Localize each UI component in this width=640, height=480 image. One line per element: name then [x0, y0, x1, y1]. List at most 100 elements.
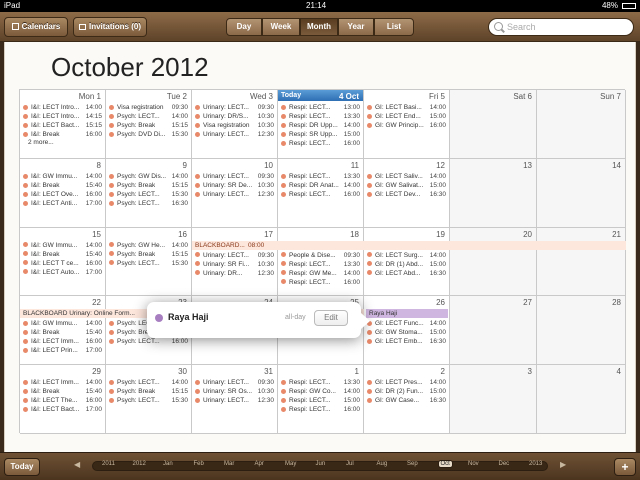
calendar-event[interactable]: Psych: Break 15:15: [109, 121, 188, 130]
day-cell[interactable]: Mon 1 I&I: LECT Intro... 14:00 I&I: LECT In…: [20, 90, 106, 159]
calendar-event[interactable]: Psych: GW Dis... 14:00: [109, 172, 188, 181]
edit-event-button[interactable]: Edit: [314, 310, 348, 326]
timeline-item[interactable]: Dec: [499, 461, 510, 467]
calendars-button[interactable]: Calendars: [4, 17, 68, 37]
timeline-item[interactable]: Jun: [316, 461, 326, 467]
calendar-event[interactable]: Psych: LECT... 14:00: [109, 112, 188, 121]
timeline-item[interactable]: Feb: [194, 461, 204, 467]
calendar-event[interactable]: GI: GW Stoma... 15:00: [367, 328, 446, 337]
calendar-event[interactable]: I&I: LECT Bact... 17:00: [23, 405, 102, 414]
calendar-event[interactable]: Respi: SR Upp... 15:00: [281, 130, 360, 139]
calendar-event[interactable]: Urinary: SR Os... 10:30: [195, 387, 274, 396]
invitations-button[interactable]: Invitations (0): [73, 17, 147, 37]
calendar-event[interactable]: Urinary: LECT... 12:30: [195, 130, 274, 139]
calendar-event[interactable]: GI: LECT Emb... 16:30: [367, 337, 446, 346]
calendar-event[interactable]: GI: LECT Saliv... 14:00: [367, 172, 446, 181]
calendar-event[interactable]: I&I: LECT Intro... 14:15: [23, 112, 102, 121]
calendar-event[interactable]: Respi: LECT... 16:00: [281, 139, 360, 148]
all-day-event-band[interactable]: BLACKBOARD... 08:00: [192, 240, 626, 250]
calendar-event[interactable]: Respi: LECT... 13:00: [281, 103, 360, 112]
day-cell[interactable]: 26 GI: LECT Func... 14:00 GI: GW Stoma... 15…: [364, 296, 450, 366]
day-cell[interactable]: 11 Respi: LECT... 13:30 Respi: DR Anat... 14…: [278, 158, 364, 228]
calendar-event[interactable]: Respi: GW Me... 14:00: [281, 269, 360, 278]
calendar-event[interactable]: GI: LECT Abd... 16:30: [367, 269, 446, 278]
calendar-event[interactable]: Psych: LECT... 14:00: [109, 378, 188, 387]
calendar-event[interactable]: I&I: Break 15:40: [23, 387, 102, 396]
day-cell[interactable]: Fri 5 GI: LECT Basi... 14:00 GI: LECT End..…: [364, 90, 450, 159]
day-cell[interactable]: Sat 6: [450, 90, 537, 159]
day-cell[interactable]: 16 Psych: GW He... 14:00 Psych: Break 15:15 P…: [106, 227, 192, 297]
day-cell[interactable]: 10 Urinary: LECT... 09:30 Urinary: SR De...…: [192, 158, 278, 228]
calendar-event[interactable]: Urinary: LECT... 12:30: [195, 190, 274, 199]
calendar-event[interactable]: I&I: LECT Auto... 17:00: [23, 268, 102, 277]
calendar-event[interactable]: Respi: LECT... 16:00: [281, 278, 360, 287]
calendar-event[interactable]: Psych: LECT... 16:00: [109, 337, 188, 346]
calendar-event[interactable]: I&I: Break 16:00: [23, 130, 102, 139]
day-cell[interactable]: Tue 2 Visa registration 09:30 Psych: LECT..…: [106, 90, 192, 159]
calendar-event[interactable]: Respi: LECT... 13:30: [281, 260, 360, 269]
timeline-item[interactable]: Sep: [407, 461, 418, 467]
day-cell[interactable]: Wed 3 Urinary: LECT... 09:30 Urinary: DR/S.…: [192, 90, 278, 159]
day-cell[interactable]: 20: [450, 227, 537, 297]
timeline-item[interactable]: Aug: [377, 461, 388, 467]
calendar-event[interactable]: I&I: Break 15:40: [23, 250, 102, 259]
timeline-item[interactable]: 2012: [133, 461, 146, 467]
day-cell[interactable]: 27: [450, 296, 537, 366]
calendar-event[interactable]: Respi: LECT... 16:00: [281, 405, 360, 414]
timeline-next-icon[interactable]: ▶: [560, 460, 566, 469]
calendar-event[interactable]: Respi: LECT... 13:30: [281, 378, 360, 387]
calendar-event[interactable]: Respi: LECT... 16:00: [281, 190, 360, 199]
calendar-event[interactable]: I&I: GW Immu... 14:00: [23, 172, 102, 181]
calendar-event[interactable]: I&I: LECT The... 16:00: [23, 396, 102, 405]
calendar-event[interactable]: Psych: LECT... 15:30: [109, 190, 188, 199]
calendar-event[interactable]: Psych: LECT... 15:30: [109, 396, 188, 405]
timeline-item[interactable]: Oct: [437, 460, 453, 468]
event-popover[interactable]: Raya Haji all-day Edit: [147, 302, 370, 338]
day-cell[interactable]: 19 GI: LECT Surg... 14:00 GI: DR (1) Abd...…: [364, 227, 450, 297]
timeline-item[interactable]: Mar: [224, 461, 234, 467]
day-cell[interactable]: 1 Respi: LECT... 13:30 Respi: GW Co... 14:00…: [278, 365, 364, 434]
calendar-event[interactable]: I&I: LECT Imm... 14:00: [23, 378, 102, 387]
calendar-event[interactable]: I&I: Break 15:40: [23, 328, 102, 337]
calendar-event[interactable]: I&I: LECT Bact... 15:15: [23, 121, 102, 130]
timeline-prev-icon[interactable]: ◀: [74, 460, 80, 469]
calendar-event[interactable]: Psych: LECT... 16:30: [109, 199, 188, 208]
calendar-event[interactable]: Urinary: LECT... 12:30: [195, 396, 274, 405]
calendar-event[interactable]: Urinary: SR Fi... 10:30: [195, 260, 274, 269]
day-cell[interactable]: Today 4 Oct Respi: LECT... 13:00 Respi: LECT…: [278, 90, 364, 159]
calendar-event[interactable]: Psych: Break 15:15: [109, 387, 188, 396]
tab-week[interactable]: Week: [262, 18, 300, 36]
search-input[interactable]: Search: [488, 18, 634, 36]
calendar-event[interactable]: Respi: DR Anat... 14:00: [281, 181, 360, 190]
calendar-event[interactable]: I&I: LECT Ove... 16:00: [23, 190, 102, 199]
calendar-event[interactable]: GI: LECT End... 15:00: [367, 112, 446, 121]
calendar-event[interactable]: GI: LECT Func... 14:00: [367, 319, 446, 328]
calendar-event[interactable]: GI: LECT Dev... 16:30: [367, 190, 446, 199]
day-cell[interactable]: 12 GI: LECT Saliv... 14:00 GI: GW Salivat..…: [364, 158, 450, 228]
timeline-item[interactable]: 2011: [102, 461, 115, 467]
day-cell[interactable]: 18 People & Dise... 09:30 Respi: LECT... 13:…: [278, 227, 364, 297]
calendar-event[interactable]: I&I: LECT T ce... 16:00: [23, 259, 102, 268]
day-cell[interactable]: 21: [537, 227, 626, 297]
day-cell[interactable]: 29 I&I: LECT Imm... 14:00 I&I: Break 15:40 I&…: [20, 365, 106, 434]
calendar-event[interactable]: GI: GW Case... 16:30: [367, 396, 446, 405]
calendar-event[interactable]: Urinary: LECT... 09:30: [195, 172, 274, 181]
day-cell[interactable]: Sun 7: [537, 90, 626, 159]
calendar-event[interactable]: Urinary: LECT... 09:30: [195, 251, 274, 260]
calendar-event[interactable]: Urinary: SR De... 10:30: [195, 181, 274, 190]
tab-month[interactable]: Month: [300, 18, 338, 36]
day-cell[interactable]: 17 Urinary: LECT... 09:30 Urinary: SR Fi...…: [192, 227, 278, 297]
day-cell[interactable]: 15 I&I: GW Immu... 14:00 I&I: Break 15:40 I&I…: [20, 227, 106, 297]
calendar-event[interactable]: Psych: DVD Di... 15:30: [109, 130, 188, 139]
calendar-event[interactable]: I&I: GW Immu... 14:00: [23, 241, 102, 250]
timeline-item[interactable]: Apr: [255, 461, 264, 467]
calendar-event[interactable]: Respi: DR Upp... 14:00: [281, 121, 360, 130]
calendar-event[interactable]: Psych: Break 15:15: [109, 181, 188, 190]
calendar-event[interactable]: Psych: GW He... 14:00: [109, 241, 188, 250]
calendar-event[interactable]: I&I: GW Immu... 14:00: [23, 319, 102, 328]
tab-year[interactable]: Year: [338, 18, 374, 36]
timeline-item[interactable]: 2013: [529, 461, 542, 467]
day-cell[interactable]: 4: [537, 365, 626, 434]
calendar-event[interactable]: GI: GW Princip... 16:00: [367, 121, 446, 130]
day-cell[interactable]: 8 I&I: GW Immu... 14:00 I&I: Break 15:40 I&I:…: [20, 158, 106, 228]
